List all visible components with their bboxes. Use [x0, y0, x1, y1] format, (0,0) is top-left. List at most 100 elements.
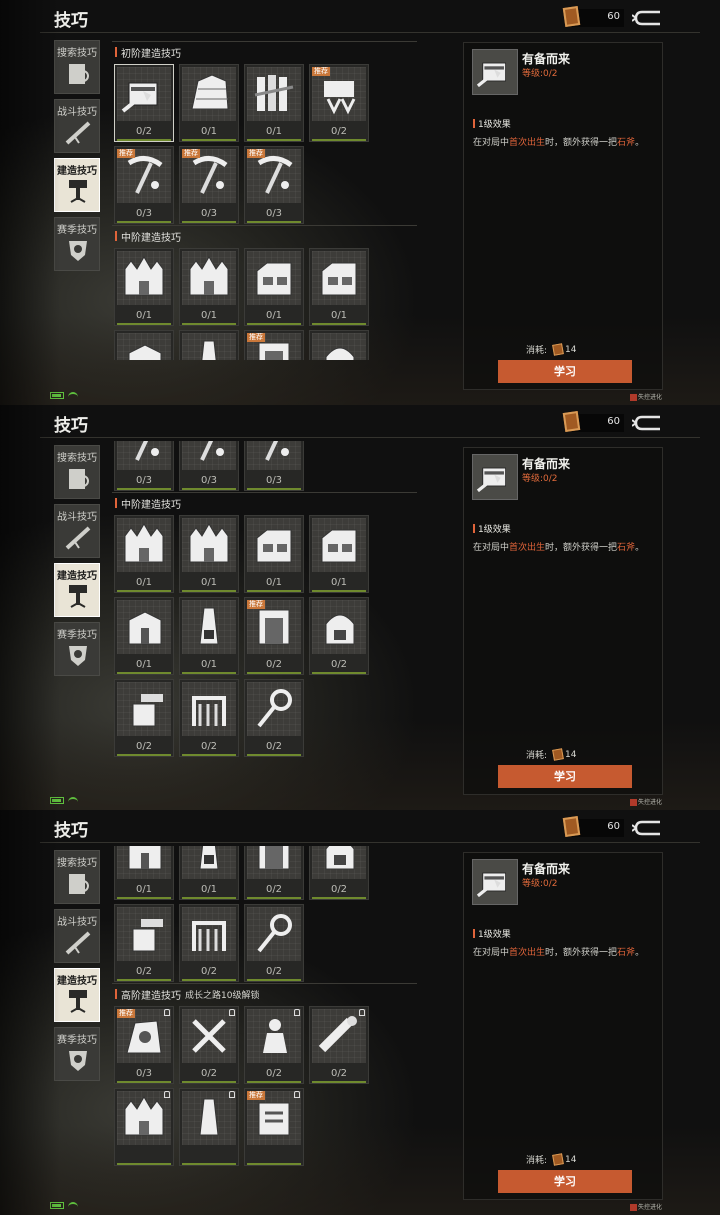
- learn-button[interactable]: 学习: [498, 360, 632, 383]
- tab-season-badge[interactable]: 赛季技巧: [54, 622, 100, 676]
- wifi-icon: [68, 1202, 78, 1209]
- skill-card[interactable]: 推荐 0/3: [114, 146, 174, 224]
- skill-card[interactable]: 0/2: [309, 330, 369, 360]
- skill-card[interactable]: 推荐: [244, 1088, 304, 1166]
- skill-card[interactable]: 0/1: [114, 846, 174, 900]
- recommend-badge: 推荐: [247, 149, 265, 158]
- skill-card[interactable]: 推荐 0/3: [244, 146, 304, 224]
- pickaxe-icon: [247, 441, 301, 470]
- progress-bar: [182, 488, 236, 490]
- tab-search-skill[interactable]: 搜索技巧: [54, 445, 100, 499]
- skill-card[interactable]: 0/1: [244, 248, 304, 326]
- skill-card[interactable]: 0/1: [179, 597, 239, 675]
- skill-card[interactable]: 0/2: [244, 1006, 304, 1084]
- skill-name: 有备而来: [522, 457, 571, 471]
- section-divider: [112, 225, 417, 226]
- tab-rifle[interactable]: 战斗技巧: [54, 504, 100, 558]
- back-button[interactable]: [631, 8, 664, 28]
- skill-card[interactable]: 0/1: [309, 515, 369, 593]
- skill-card[interactable]: 0/1: [179, 846, 239, 900]
- lock-icon: [359, 1009, 365, 1016]
- house-icon: [247, 518, 301, 572]
- progress-bar: [247, 897, 301, 899]
- skill-progress: 0/3: [265, 475, 283, 486]
- effect-header: 1级效果: [473, 117, 511, 130]
- skill-card[interactable]: 0/1: [179, 248, 239, 326]
- skill-card[interactable]: 0/1: [309, 248, 369, 326]
- tab-search-skill[interactable]: 搜索技巧: [54, 850, 100, 904]
- skill-progress: 0/1: [200, 126, 218, 137]
- skill-card[interactable]: 0/1: [179, 515, 239, 593]
- skill-card[interactable]: 0/1: [114, 597, 174, 675]
- skill-card[interactable]: 0/2: [179, 1006, 239, 1084]
- skill-card[interactable]: 推荐 0/3: [179, 146, 239, 224]
- effect-title: 1级效果: [478, 525, 511, 535]
- skill-card[interactable]: 0/2: [309, 846, 369, 900]
- skill-card[interactable]: 0/1: [114, 330, 174, 360]
- skill-card[interactable]: 0/3: [244, 441, 304, 491]
- cost-value: 14: [565, 344, 577, 355]
- learn-button[interactable]: 学习: [498, 765, 632, 788]
- section-title: 中阶建造技巧: [121, 499, 181, 511]
- skill-card[interactable]: 0/1: [114, 515, 174, 593]
- tab-rifle[interactable]: 战斗技巧: [54, 99, 100, 153]
- hammer-icon: [65, 176, 91, 206]
- skill-card[interactable]: 0/1: [179, 64, 239, 142]
- battery-icon: [50, 392, 64, 399]
- back-button[interactable]: [631, 818, 664, 838]
- skill-card[interactable]: 0/2: [114, 904, 174, 982]
- skill-card[interactable]: 0/1: [179, 330, 239, 360]
- skill-card[interactable]: 0/2: [244, 846, 304, 900]
- skill-card[interactable]: 0/2: [179, 679, 239, 757]
- skill-card[interactable]: 0/1: [114, 248, 174, 326]
- skill-card[interactable]: 0/2: [244, 679, 304, 757]
- skill-card[interactable]: [114, 1088, 174, 1166]
- progress-bar: [312, 897, 366, 899]
- skill-card[interactable]: 0/2: [309, 1006, 369, 1084]
- skill-card[interactable]: 0/2: [114, 64, 174, 142]
- pickaxe-icon: [117, 441, 171, 470]
- skill-card[interactable]: 推荐0/2: [309, 64, 369, 142]
- progress-bar: [117, 672, 171, 674]
- tab-hammer[interactable]: 建造技巧: [54, 158, 100, 212]
- logo-text: 失控进化: [638, 394, 663, 401]
- progress-bar: [117, 590, 171, 592]
- tab-search-skill[interactable]: 搜索技巧: [54, 40, 100, 94]
- tab-season-badge[interactable]: 赛季技巧: [54, 1027, 100, 1081]
- skill-card[interactable]: 推荐0/2: [244, 330, 304, 360]
- lock-icon: [164, 1009, 170, 1016]
- skill-card[interactable]: 推荐0/2: [244, 597, 304, 675]
- recommend-badge: 推荐: [312, 67, 330, 76]
- skill-progress: 0/2: [330, 884, 348, 895]
- skill-card[interactable]: 0/2: [114, 679, 174, 757]
- tab-hammer[interactable]: 建造技巧: [54, 563, 100, 617]
- skill-card[interactable]: 0/2: [179, 904, 239, 982]
- skill-card[interactable]: 0/2: [309, 597, 369, 675]
- learn-button[interactable]: 学习: [498, 1170, 632, 1193]
- skill-card[interactable]: 0/1: [244, 515, 304, 593]
- status-indicators: [50, 797, 78, 804]
- rifle-icon: [65, 117, 91, 147]
- progress-bar: [117, 221, 171, 223]
- progress-bar: [182, 1081, 236, 1083]
- skill-card[interactable]: 0/2: [244, 904, 304, 982]
- game-logo: 失控进化: [630, 392, 662, 401]
- tab-hammer[interactable]: 建造技巧: [54, 968, 100, 1022]
- tab-season-badge[interactable]: 赛季技巧: [54, 217, 100, 271]
- page-title: 技巧: [54, 821, 88, 841]
- wall-icon: [182, 67, 236, 121]
- progress-bar: [117, 1081, 171, 1083]
- box-icon: [117, 333, 171, 360]
- back-button[interactable]: [631, 413, 664, 433]
- tab-rifle[interactable]: 战斗技巧: [54, 909, 100, 963]
- skill-card[interactable]: 0/1: [244, 64, 304, 142]
- skill-card[interactable]: [179, 1088, 239, 1166]
- log-icon: [312, 1009, 366, 1063]
- skills-screen-2: 技巧 60 搜索技巧 战斗技巧 建造技巧 赛季技巧 0/3 0/3 0/3 中阶建造技巧 0/1 0/…: [0, 405, 720, 810]
- skill-card[interactable]: 0/3: [179, 441, 239, 491]
- skill-grid: 0/3 0/3 0/3 中阶建造技巧 0/1 0/1 0/1 0/1 0/1 0/1 推荐 0/2 0/…: [112, 441, 422, 765]
- skill-card[interactable]: 推荐 0/3: [114, 1006, 174, 1084]
- skill-card[interactable]: 0/3: [114, 441, 174, 491]
- skill-progress: 0/1: [200, 884, 218, 895]
- progress-bar: [117, 754, 171, 756]
